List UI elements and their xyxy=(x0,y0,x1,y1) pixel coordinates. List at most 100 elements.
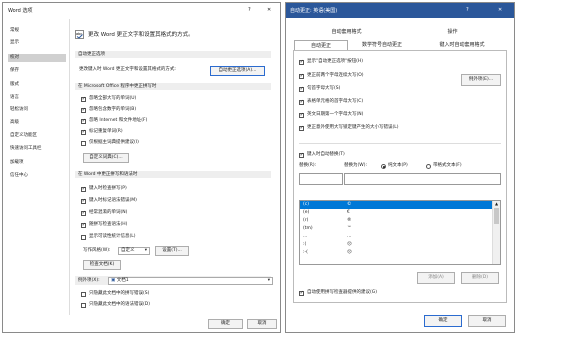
exceptions-button[interactable]: 例外项(E)... xyxy=(461,74,501,86)
close-icon[interactable]: ✕ xyxy=(498,7,502,13)
sidebar-item-display[interactable]: 显示 xyxy=(8,39,66,47)
flag-repeated-label: 标记重复单词(R) xyxy=(89,129,123,134)
list-item-with: ☹ xyxy=(347,242,352,247)
sidebar-item-proofing[interactable]: 校对 xyxy=(8,54,66,62)
scroll-up-icon[interactable]: ▲ xyxy=(493,201,500,207)
tab-autoformat-as-you-type[interactable]: 键入时自动套用格式 xyxy=(418,40,506,50)
hide-grammar-errors-checkbox[interactable] xyxy=(81,303,86,308)
ok-button[interactable]: 确定 xyxy=(424,315,462,327)
sidebar-item-advanced[interactable]: 高级 xyxy=(8,119,66,127)
scroll-thumb[interactable] xyxy=(494,208,499,224)
capitalize-table-cells-label: 表格单元格的首字母大写(C) xyxy=(307,99,364,104)
grammar-with-spelling-checkbox[interactable] xyxy=(81,222,86,228)
formatted-text-radio[interactable] xyxy=(426,164,431,169)
help-icon[interactable]: ? xyxy=(248,7,251,13)
exceptions-value: 文档1 xyxy=(116,278,129,283)
sidebar-item-general[interactable]: 常规 xyxy=(8,27,66,35)
list-item-replace: :-( xyxy=(303,250,308,255)
cancel-button[interactable]: 取消 xyxy=(247,319,277,329)
settings-button[interactable]: 设置(T)... xyxy=(155,246,189,256)
formatted-text-label: 带格式文本(F) xyxy=(433,163,462,168)
delete-button[interactable]: 删除(D) xyxy=(461,272,499,284)
readability-label: 显示可读性统计信息(L) xyxy=(89,234,136,239)
main-dictionary-checkbox[interactable] xyxy=(81,141,86,146)
ignore-numbers-checkbox[interactable] xyxy=(81,107,86,113)
sidebar-item-quick-access[interactable]: 快速访问工具栏 xyxy=(8,145,66,153)
list-item-replace: (tm) xyxy=(303,226,313,231)
sidebar-item-trust-center[interactable]: 信任中心 xyxy=(8,172,66,180)
with-input[interactable] xyxy=(344,173,501,185)
hide-spelling-errors-checkbox[interactable] xyxy=(81,292,86,297)
spell-checker-suggestions-label: 自动使用拼写检查器提供的建议(G) xyxy=(307,290,377,295)
word-options-dialog: Word 选项 ? ✕ 常规 显示 校对 保存 版式 语言 轻松访问 高级 自定… xyxy=(2,2,281,333)
sidebar-item-language[interactable]: 语言 xyxy=(8,94,66,102)
close-icon[interactable]: ✕ xyxy=(267,7,271,13)
title-bar: 自动更正: 英语(美国) ? ✕ xyxy=(286,3,514,18)
two-initial-caps-checkbox[interactable] xyxy=(299,73,304,79)
list-item-replace: (r) xyxy=(303,218,309,223)
header-text: 更改 Word 更正文字和设置其格式的方式。 xyxy=(88,32,194,38)
sidebar-item-addins[interactable]: 加载项 xyxy=(8,159,66,167)
sidebar-item-customize-ribbon[interactable]: 自定义功能区 xyxy=(8,132,66,140)
caps-lock-label: 更正意外使用大写锁定键产生的大小写错误(L) xyxy=(307,125,399,130)
ignore-internet-label: 忽略 Internet 和文件地址(F) xyxy=(89,118,148,123)
flag-repeated-checkbox[interactable] xyxy=(81,129,86,135)
autocorrect-section-header: 自动更正选项 xyxy=(75,51,271,58)
list-item[interactable]: ... … xyxy=(300,233,492,241)
check-spelling-label: 键入时检查拼写(P) xyxy=(89,186,127,191)
confused-words-checkbox[interactable] xyxy=(81,210,86,216)
list-item[interactable]: (tm) ™ xyxy=(300,225,492,233)
list-item[interactable]: (c) © xyxy=(300,201,492,209)
exceptions-select[interactable]: ▣ 文档1 ▾ xyxy=(108,277,273,285)
check-spelling-checkbox[interactable] xyxy=(81,186,86,192)
capitalize-sentences-label: 句首字母大写(S) xyxy=(307,86,341,91)
writing-style-select[interactable]: 自定义 ▾ xyxy=(118,247,150,255)
capitalize-days-checkbox[interactable] xyxy=(299,112,304,118)
autocorrect-dialog: 自动更正: 英语(美国) ? ✕ 自动套用格式 操作 自动更正 数学符号自动更正… xyxy=(285,2,515,333)
tab-actions[interactable]: 操作 xyxy=(399,27,506,37)
autocorrect-options-button[interactable]: 自动更正选项(A)... xyxy=(210,66,265,76)
mark-grammar-label: 键入时标记语法错误(M) xyxy=(89,198,137,203)
autocorrect-description: 更改键入时 Word 更正文字和设置其格式的方式: xyxy=(79,67,176,72)
grammar-with-spelling-label: 随拼写检查语法(H) xyxy=(89,222,128,227)
replace-input[interactable] xyxy=(299,173,343,185)
replace-as-you-type-checkbox[interactable] xyxy=(299,152,304,158)
plain-text-radio[interactable] xyxy=(381,164,386,169)
list-item-with: © xyxy=(347,202,352,207)
list-item[interactable]: (e) € xyxy=(300,209,492,217)
main-dictionary-label: 仅根据主词典提供建议(I) xyxy=(89,140,139,145)
show-autocorrect-button-checkbox[interactable] xyxy=(299,59,304,65)
mark-grammar-checkbox[interactable] xyxy=(81,198,86,204)
writing-style-value: 自定义 xyxy=(121,248,135,253)
list-item[interactable]: :( ☹ xyxy=(300,241,492,249)
sidebar-item-save[interactable]: 保存 xyxy=(8,67,66,75)
replacement-list[interactable]: (c) © (e) € (r) ® (tm) ™ ... … :( ☹ :-( … xyxy=(299,200,501,265)
title-bar: Word 选项 ? ✕ xyxy=(3,3,280,17)
add-button[interactable]: 添加(A) xyxy=(417,272,455,284)
ok-button[interactable]: 确定 xyxy=(208,319,243,329)
sidebar-item-typography[interactable]: 版式 xyxy=(8,81,66,89)
tab-autoformat[interactable]: 自动套用格式 xyxy=(294,27,399,37)
caps-lock-checkbox[interactable] xyxy=(299,125,304,131)
cancel-button[interactable]: 取消 xyxy=(468,315,506,327)
sidebar-item-accessibility[interactable]: 轻松访问 xyxy=(8,106,66,114)
sidebar-divider xyxy=(69,19,70,315)
ignore-numbers-label: 忽略包含数字的单词(B) xyxy=(89,107,137,112)
dialog-title: Word 选项 xyxy=(8,8,33,14)
capitalize-sentences-checkbox[interactable] xyxy=(299,86,304,92)
ignore-internet-checkbox[interactable] xyxy=(81,118,86,124)
check-document-button[interactable]: 检查文档(K) xyxy=(83,260,121,270)
scrollbar[interactable]: ▲ xyxy=(492,201,500,264)
custom-dictionaries-button[interactable]: 自定义词典(C)... xyxy=(83,153,129,163)
help-icon[interactable]: ? xyxy=(466,7,469,13)
list-item[interactable]: :-( ☹ xyxy=(300,249,492,257)
dialog-title: 自动更正: 英语(美国) xyxy=(290,8,338,14)
spell-checker-suggestions-checkbox[interactable] xyxy=(299,290,304,296)
capitalize-days-label: 英文日期第一个字母大写(N) xyxy=(307,112,364,117)
list-item[interactable]: (r) ® xyxy=(300,217,492,225)
ignore-uppercase-checkbox[interactable] xyxy=(81,96,86,102)
tab-math-autocorrect[interactable]: 数学符号自动更正 xyxy=(346,40,418,50)
readability-checkbox[interactable] xyxy=(81,235,86,240)
capitalize-table-cells-checkbox[interactable] xyxy=(299,99,304,105)
list-item-with: ™ xyxy=(347,226,352,231)
